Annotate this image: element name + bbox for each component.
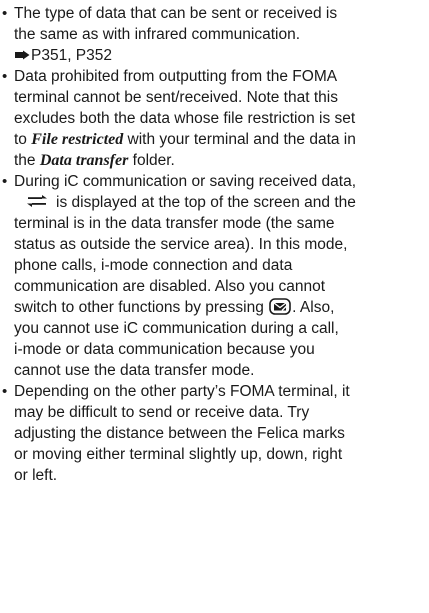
- line: terminal cannot be sent/received. Note t…: [14, 89, 338, 106]
- setting-name-file-restricted: File restricted: [31, 131, 124, 148]
- text-segment: . Also,: [292, 299, 335, 316]
- folder-name-data-transfer: Data transfer: [39, 152, 129, 169]
- line: is displayed at the top of the screen an…: [14, 192, 429, 213]
- line: may be difficult to send or receive data…: [14, 404, 310, 421]
- note-item-felica-distance: • Depending on the other party’s FOMA te…: [0, 381, 429, 486]
- line: During iC communication or saving receiv…: [14, 173, 357, 190]
- page-reference-text: P351, P352: [31, 47, 113, 64]
- pointing-hand-icon: [15, 50, 30, 60]
- text-segment: switch to other functions by pressing: [14, 299, 264, 316]
- note-item-prohibited-data: • Data prohibited from outputting from t…: [0, 66, 429, 171]
- line: or moving either terminal slightly up, d…: [14, 446, 343, 463]
- page-reference[interactable]: P351, P352: [14, 45, 429, 66]
- mail-key-icon: [269, 298, 291, 315]
- note-item-infrared: • The type of data that can be sent or r…: [0, 3, 429, 66]
- line: excludes both the data whose file restri…: [14, 110, 356, 127]
- line: status as outside the service area). In …: [14, 236, 348, 253]
- text-segment: folder.: [132, 152, 175, 169]
- text-segment: is displayed at the top of the screen an…: [56, 194, 356, 211]
- bullet-dot: •: [2, 68, 8, 85]
- bullet-dot: •: [2, 383, 8, 400]
- bullet-dot: •: [2, 5, 8, 22]
- line: the same as with infrared communication.: [14, 26, 301, 43]
- text-segment: the: [14, 152, 36, 169]
- line: communication are disabled. Also you can…: [14, 278, 326, 295]
- manual-page: • The type of data that can be sent or r…: [0, 0, 429, 613]
- line: Depending on the other party’s FOMA term…: [14, 383, 350, 400]
- text-segment: with your terminal and the data in: [127, 131, 356, 148]
- line: to File restricted with your terminal an…: [14, 129, 429, 150]
- data-transfer-icon: [27, 195, 47, 207]
- text-segment: to: [14, 131, 27, 148]
- line: Data prohibited from outputting from the…: [14, 68, 338, 85]
- line: The type of data that can be sent or rec…: [14, 5, 338, 22]
- line: terminal is in the data transfer mode (t…: [14, 215, 335, 232]
- line: cannot use the data transfer mode.: [14, 362, 255, 379]
- line: i-mode or data communication because you: [14, 341, 315, 358]
- note-item-transfer-mode: • During iC communication or saving rece…: [0, 171, 429, 381]
- line: you cannot use iC communication during a…: [14, 320, 339, 337]
- line: adjusting the distance between the Felic…: [14, 425, 345, 442]
- note-list: • The type of data that can be sent or r…: [0, 0, 429, 486]
- line: or left.: [14, 467, 58, 484]
- line: the Data transfer folder.: [14, 150, 429, 171]
- bullet-dot: •: [2, 173, 8, 190]
- line: phone calls, i-mode connection and data: [14, 257, 293, 274]
- line: switch to other functions by pressing . …: [14, 297, 429, 318]
